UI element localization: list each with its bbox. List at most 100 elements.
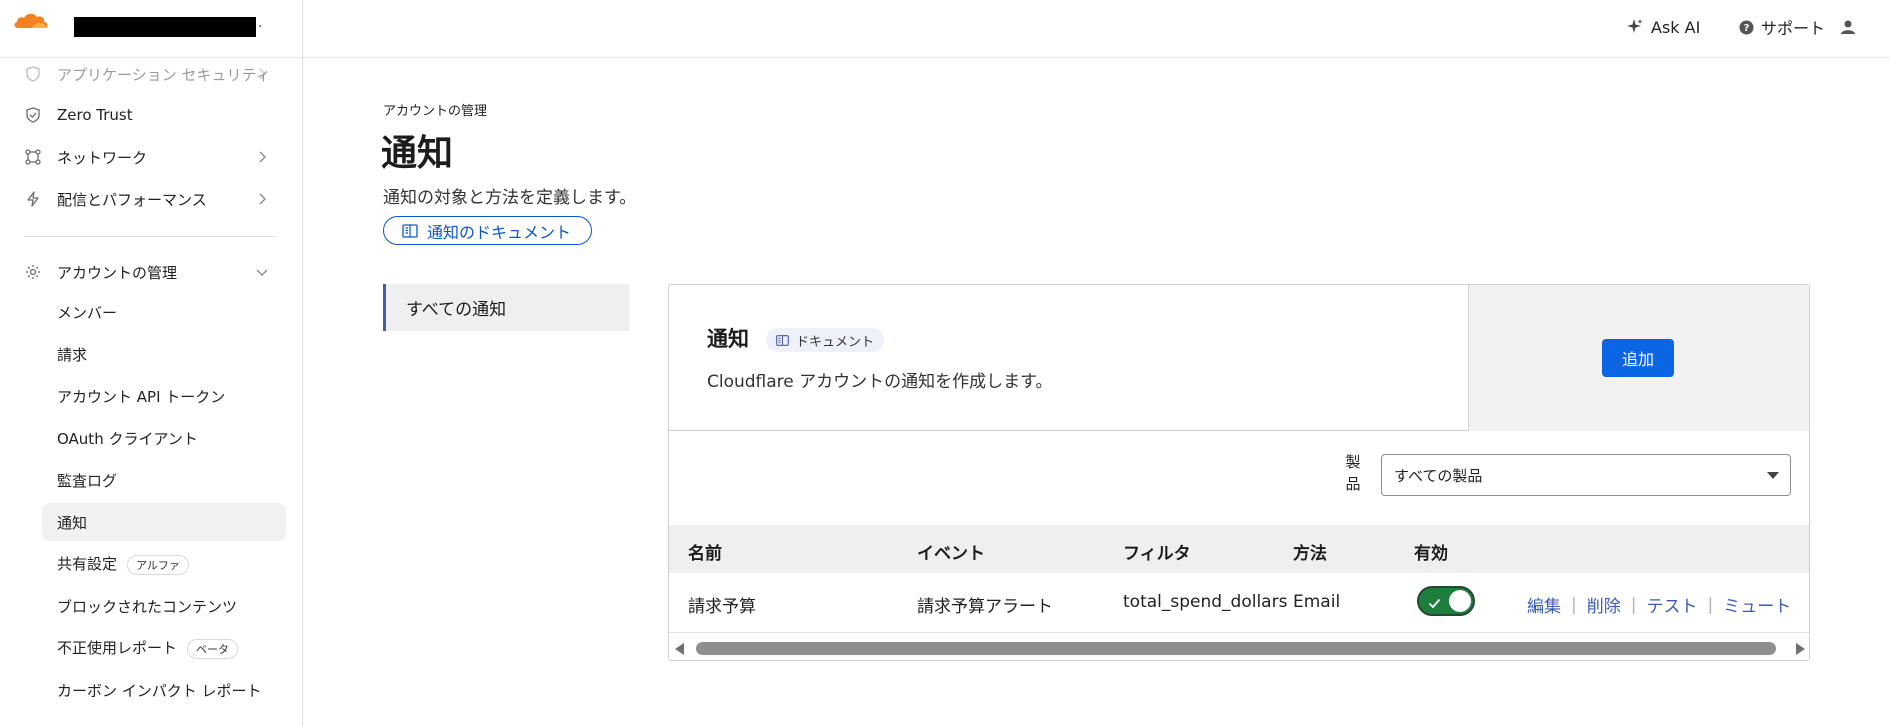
gear-icon [24, 263, 42, 281]
sidebar-subitem-label: 通知 [57, 513, 88, 532]
mute-link[interactable]: ミュート [1723, 592, 1791, 617]
user-icon [1840, 19, 1856, 35]
brand-header [0, 0, 302, 58]
product-filter-value: すべての製品 [1394, 466, 1483, 485]
sidebar-subitem-audit-log[interactable]: 監査ログ [42, 461, 286, 499]
sidebar-item-delivery-performance[interactable]: 配信とパフォーマンス [0, 181, 302, 217]
breadcrumb: アカウントの管理 [383, 104, 488, 119]
sidebar-item-account-management[interactable]: アカウントの管理 [0, 254, 302, 290]
book-icon [402, 223, 418, 238]
sidebar-item-zero-trust[interactable]: Zero Trust [0, 97, 302, 133]
subnav-all-notifications[interactable]: すべての通知 [383, 284, 629, 331]
sidebar-subitem-label: アカウント API トークン [57, 387, 226, 406]
action-separator: | [1571, 594, 1577, 615]
scroll-left-arrow-icon[interactable] [675, 643, 684, 655]
action-separator: | [1707, 594, 1714, 615]
ask-ai-button[interactable]: Ask AI [1626, 12, 1700, 42]
page-description: 通知の対象と方法を定義します。 [383, 188, 637, 208]
shield-icon [24, 65, 42, 83]
sidebar-subitem-label: カーボン インパクト レポート [57, 681, 262, 700]
subnav-label: すべての通知 [406, 300, 507, 320]
sidebar-subitem-oauth-clients[interactable]: OAuth クライアント [42, 419, 286, 457]
toggle-knob [1449, 590, 1471, 612]
sidebar-subitem-carbon-impact-report[interactable]: カーボン インパクト レポート [42, 671, 286, 709]
documentation-badge-label: ドキュメント [796, 334, 875, 350]
sidebar-subitem-blocked-content[interactable]: ブロックされたコンテンツ [42, 587, 286, 625]
documentation-badge-link[interactable]: ドキュメント [766, 328, 885, 352]
page-title: 通知 [381, 133, 454, 174]
user-profile-button[interactable] [1840, 12, 1863, 42]
account-name-redacted[interactable] [74, 15, 262, 37]
test-link[interactable]: テスト [1646, 592, 1697, 617]
notifications-card: 通知 ドキュメント Cloudflare アカウントの通知を作成します。 追加 … [668, 284, 1810, 661]
sidebar-item-label: アカウントの管理 [57, 263, 178, 282]
sidebar-subitem-label: 共有設定 [57, 555, 118, 574]
column-header-filter[interactable]: フィルタ [1123, 539, 1191, 564]
sidebar-subitem-label-with-badge: 共有設定 アルファ [57, 553, 189, 575]
column-header-event[interactable]: イベント [917, 539, 985, 564]
column-header-enabled[interactable]: 有効 [1414, 539, 1448, 564]
bolt-icon [24, 190, 42, 208]
zero-trust-icon [24, 106, 42, 124]
sidebar-subitem-label: 監査ログ [57, 471, 118, 490]
sidebar-subitem-label: ブロックされたコンテンツ [57, 597, 238, 616]
sidebar-subitem-label: メンバー [57, 303, 118, 322]
cloudflare-logo-icon[interactable] [12, 10, 50, 34]
edit-link[interactable]: 編集 [1527, 592, 1561, 617]
chevron-right-icon [256, 193, 268, 205]
support-button[interactable]: ? サポート [1739, 12, 1825, 42]
product-filter-label: 製品 [1345, 453, 1361, 493]
chevron-right-icon [256, 151, 268, 163]
notification-docs-link[interactable]: 通知のドキュメント [383, 216, 593, 245]
sidebar-subitem-billing[interactable]: 請求 [42, 335, 286, 373]
network-icon [24, 148, 42, 166]
sidebar-item-label: 配信とパフォーマンス [57, 190, 207, 209]
card-title: 通知 [707, 327, 749, 351]
sidebar-item-label: アプリケーション セキュリティ [57, 65, 271, 84]
card-header-action-panel: 追加 [1468, 285, 1809, 431]
sidebar-subitem-api-tokens[interactable]: アカウント API トークン [42, 377, 286, 415]
delete-link[interactable]: 削除 [1587, 592, 1621, 617]
card-header: 通知 ドキュメント Cloudflare アカウントの通知を作成します。 追加 [669, 285, 1809, 431]
card-description: Cloudflare アカウントの通知を作成します。 [707, 372, 1053, 392]
book-icon [776, 334, 789, 346]
cell-event: 請求予算アラート [917, 597, 1053, 617]
sidebar-subitem-label-with-badge: 不正使用レポート ベータ [57, 637, 239, 659]
column-header-method[interactable]: 方法 [1293, 539, 1327, 564]
sidebar-item-label: ネットワーク [57, 148, 148, 167]
caret-down-icon [1767, 472, 1779, 479]
table-row: 請求予算 請求予算アラート total_spend_dollars Email … [669, 573, 1809, 633]
sidebar-subitem-notifications[interactable]: 通知 [42, 503, 286, 541]
notification-docs-label: 通知のドキュメント [427, 222, 572, 242]
help-icon: ? [1739, 20, 1754, 35]
cell-name: 請求予算 [688, 597, 756, 617]
sidebar-subitem-shared-config[interactable]: 共有設定 アルファ [42, 545, 286, 583]
sidebar-divider [24, 236, 276, 237]
row-actions: 編集 | 削除 | テスト | ミュート [1527, 592, 1791, 618]
enabled-toggle[interactable] [1417, 586, 1475, 616]
sparkle-icon [1626, 18, 1644, 36]
cell-filter: total_spend_dollars [1123, 592, 1288, 612]
horizontal-scrollbar[interactable] [669, 634, 1809, 660]
product-filter-select[interactable]: すべての製品 [1381, 454, 1791, 496]
sidebar-item-label: Zero Trust [57, 106, 133, 124]
sidebar-subitem-label: 請求 [57, 345, 88, 364]
alpha-badge: アルファ [127, 554, 189, 575]
scrollbar-thumb[interactable] [696, 642, 1776, 655]
column-header-name[interactable]: 名前 [688, 539, 722, 564]
sidebar-item-application-security[interactable]: アプリケーション セキュリティ [0, 56, 302, 92]
sidebar-subitem-abuse-reports[interactable]: 不正使用レポート ベータ [42, 629, 286, 667]
action-separator: | [1630, 594, 1637, 615]
support-label: サポート [1761, 19, 1826, 38]
chevron-down-icon [256, 266, 268, 278]
sidebar: アプリケーション セキュリティ Zero Trust ネットワーク 配信とパフォ… [0, 0, 303, 726]
add-notification-button[interactable]: 追加 [1602, 339, 1674, 377]
sidebar-item-network[interactable]: ネットワーク [0, 139, 302, 175]
sidebar-subitem-members[interactable]: メンバー [42, 293, 286, 331]
sidebar-subitem-label: 不正使用レポート [57, 639, 178, 658]
check-icon [1428, 594, 1441, 613]
top-bar: Ask AI ? サポート [303, 0, 1890, 58]
sidebar-subitem-label: OAuth クライアント [57, 429, 198, 448]
scroll-right-arrow-icon[interactable] [1796, 643, 1805, 655]
table-header: 名前 イベント フィルタ 方法 有効 [669, 525, 1809, 573]
